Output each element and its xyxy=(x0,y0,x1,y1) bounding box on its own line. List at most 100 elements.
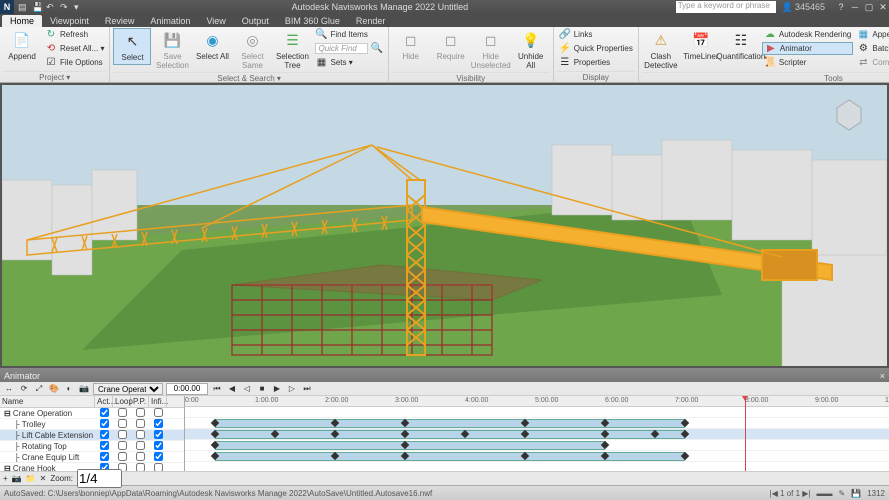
tab-animation[interactable]: Animation xyxy=(142,15,198,27)
rotate-tool-icon[interactable]: ⟳ xyxy=(18,383,30,395)
tab-viewpoint[interactable]: Viewpoint xyxy=(42,15,97,27)
maximize-icon[interactable]: ▢ xyxy=(863,2,875,12)
clash-detective-button[interactable]: ⚠Clash Detective xyxy=(642,28,680,72)
step-fwd-icon[interactable]: ▷ xyxy=(286,383,298,395)
file-options-button[interactable]: ☑File Options xyxy=(43,56,106,69)
unhide-all-button[interactable]: 💡Unhide All xyxy=(512,28,550,72)
rewind-icon[interactable]: ⏮ xyxy=(211,383,223,395)
tab-home[interactable]: Home xyxy=(2,15,42,27)
loop-checkbox[interactable] xyxy=(118,408,127,417)
tree-row[interactable]: ├ Lift Cable Extension xyxy=(0,430,184,441)
find-items-button[interactable]: 🔍Find Items xyxy=(313,28,384,41)
tree-row[interactable]: ├ Trolley xyxy=(0,419,184,430)
appearance-profiler-button[interactable]: ▦Appearance Profiler xyxy=(855,28,889,41)
qat-dropdown-icon[interactable]: ▾ xyxy=(74,2,84,12)
timeline-track[interactable] xyxy=(185,418,889,429)
col-name[interactable]: Name xyxy=(0,396,95,407)
animator-close-icon[interactable]: × xyxy=(880,371,885,381)
quick-find-input[interactable]: Quick Find🔍 xyxy=(313,42,384,55)
user-account[interactable]: 👤345465 xyxy=(782,2,825,13)
animator-button[interactable]: ▶Animator xyxy=(762,42,854,55)
links-button[interactable]: 🔗Links xyxy=(557,28,635,41)
scale-tool-icon[interactable]: ⤢ xyxy=(33,383,45,395)
col-loop[interactable]: Loop xyxy=(113,396,131,407)
delete-icon[interactable]: ✕ xyxy=(40,474,47,483)
ffwd-icon[interactable]: ⏭ xyxy=(301,383,313,395)
step-back-icon[interactable]: ◀ xyxy=(226,383,238,395)
batch-utility-button[interactable]: ⚙Batch Utility xyxy=(855,42,889,55)
group-label-project[interactable]: Project ▾ xyxy=(3,71,106,82)
play-back-icon[interactable]: ◁ xyxy=(241,383,253,395)
compare-button[interactable]: ⇄Compare xyxy=(855,56,889,69)
play-icon[interactable]: ▶ xyxy=(271,383,283,395)
col-active[interactable]: Act... xyxy=(95,396,113,407)
selection-tree-button[interactable]: ☰Selection Tree xyxy=(273,28,311,72)
loop-checkbox[interactable] xyxy=(118,441,127,450)
add-camera-icon[interactable]: 📷 xyxy=(12,474,22,483)
sets-button[interactable]: ▦Sets ▾ xyxy=(313,56,384,69)
inf-checkbox[interactable] xyxy=(154,463,163,472)
app-icon[interactable]: N xyxy=(0,0,14,14)
inf-checkbox[interactable] xyxy=(154,430,163,439)
quantification-button[interactable]: ☷Quantification xyxy=(722,28,760,63)
tab-render[interactable]: Render xyxy=(348,15,394,27)
pp-checkbox[interactable] xyxy=(136,419,145,428)
pp-checkbox[interactable] xyxy=(136,441,145,450)
help-icon[interactable]: ? xyxy=(835,2,847,12)
active-checkbox[interactable] xyxy=(100,408,109,417)
active-checkbox[interactable] xyxy=(100,430,109,439)
pencil-icon[interactable]: ✎ xyxy=(839,489,846,498)
time-input[interactable] xyxy=(166,383,208,395)
tree-row[interactable]: ├ Rotating Top xyxy=(0,441,184,452)
minimize-icon[interactable]: ─ xyxy=(849,2,861,12)
autodesk-rendering-button[interactable]: ☁Autodesk Rendering xyxy=(762,28,854,41)
tree-row[interactable]: ⊟ Crane Operation xyxy=(0,408,184,419)
qat-undo-icon[interactable]: ↶ xyxy=(46,2,56,12)
tree-row[interactable]: ├ Crane Equip Lift xyxy=(0,452,184,463)
timeline-track[interactable] xyxy=(185,440,889,451)
zoom-input[interactable] xyxy=(77,469,122,488)
transparency-tool-icon[interactable]: ◐ xyxy=(63,383,75,395)
timeline-track[interactable] xyxy=(185,429,889,440)
qat-save-icon[interactable]: 💾 xyxy=(32,2,42,12)
loop-checkbox[interactable] xyxy=(118,452,127,461)
color-tool-icon[interactable]: 🎨 xyxy=(48,383,60,395)
add-scene-icon[interactable]: + xyxy=(3,474,8,483)
loop-checkbox[interactable] xyxy=(118,419,127,428)
sheet-indicator[interactable]: 1 of 1 xyxy=(780,489,800,498)
timeline-track[interactable] xyxy=(185,462,889,471)
search-icon[interactable]: 🔍 xyxy=(371,43,383,55)
timeline-track[interactable] xyxy=(185,407,889,418)
pp-checkbox[interactable] xyxy=(136,463,145,472)
hide-unselected-button[interactable]: ◻Hide Unselected xyxy=(472,28,510,72)
tab-view[interactable]: View xyxy=(198,15,233,27)
add-folder-icon[interactable]: 📁 xyxy=(26,474,36,483)
group-label-select[interactable]: Select & Search ▾ xyxy=(113,72,384,83)
active-checkbox[interactable] xyxy=(100,441,109,450)
inf-checkbox[interactable] xyxy=(154,419,163,428)
timeline-track[interactable] xyxy=(185,451,889,462)
stop-icon[interactable]: ■ xyxy=(256,383,268,395)
translate-tool-icon[interactable]: ↔ xyxy=(3,383,15,395)
tab-output[interactable]: Output xyxy=(234,15,277,27)
col-inf[interactable]: Infi... xyxy=(149,396,167,407)
scripter-button[interactable]: 📜Scripter xyxy=(762,56,854,69)
require-button[interactable]: ◻Require xyxy=(432,28,470,63)
quick-properties-button[interactable]: ⚡Quick Properties xyxy=(557,42,635,55)
close-icon[interactable]: ✕ xyxy=(877,2,889,12)
select-button[interactable]: ↖Select xyxy=(113,28,151,65)
save-selection-button[interactable]: 💾Save Selection xyxy=(153,28,191,72)
disk-icon[interactable]: 💾 xyxy=(851,489,861,498)
capture-keyframe-icon[interactable]: 📷 xyxy=(78,383,90,395)
col-pp[interactable]: P.P. xyxy=(131,396,149,407)
tab-bim360[interactable]: BIM 360 Glue xyxy=(277,15,348,27)
properties-button[interactable]: ☰Properties xyxy=(557,56,635,69)
animator-timeline[interactable]: 0:001:00.002:00.003:00.004:00.005:00.006… xyxy=(185,396,889,471)
inf-checkbox[interactable] xyxy=(154,452,163,461)
pp-checkbox[interactable] xyxy=(136,430,145,439)
pp-checkbox[interactable] xyxy=(136,408,145,417)
append-button[interactable]: 📄Append xyxy=(3,28,41,63)
loop-checkbox[interactable] xyxy=(118,430,127,439)
animator-header[interactable]: Animator × xyxy=(0,369,889,382)
qat-redo-icon[interactable]: ↷ xyxy=(60,2,70,12)
